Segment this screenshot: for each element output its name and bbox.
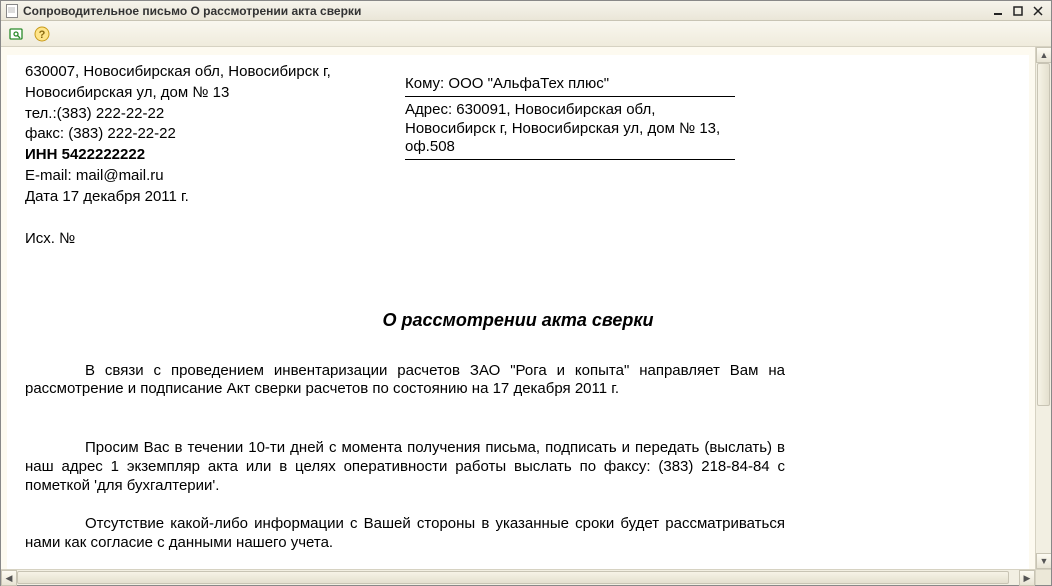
recipient-address-value: 630091, Новосибирская обл, Новосибирск г…	[405, 101, 720, 156]
sender-inn: ИНН 5422222222	[25, 146, 365, 165]
document-page: 630007, Новосибирская обл, Новосибирск г…	[7, 55, 1029, 569]
sender-email: E-mail: mail@mail.ru	[25, 167, 365, 186]
recipient-to-label: Кому:	[405, 75, 444, 92]
help-button[interactable]: ?	[31, 23, 53, 45]
close-button[interactable]	[1029, 3, 1047, 19]
paragraph-1: В связи с проведением инвентаризации рас…	[25, 362, 785, 400]
sender-tel: тел.:(383) 222-22-22	[25, 105, 365, 124]
recipient-address: Адрес: 630091, Новосибирская обл, Новоси…	[405, 101, 735, 160]
sender-address-line2: Новосибирская ул, дом № 13	[25, 84, 365, 103]
minimize-button[interactable]	[989, 3, 1007, 19]
preview-button[interactable]	[5, 23, 27, 45]
maximize-button[interactable]	[1009, 3, 1027, 19]
scroll-up-arrow-icon[interactable]: ▲	[1036, 47, 1051, 63]
document-icon	[5, 4, 19, 18]
svg-text:?: ?	[39, 29, 46, 41]
recipient-block: Кому: ООО "АльфаТех плюс" Адрес: 630091,…	[405, 75, 735, 208]
sender-fax: факс: (383) 222-22-22	[25, 125, 365, 144]
scroll-corner	[1035, 569, 1051, 585]
document-body: В связи с проведением инвентаризации рас…	[25, 362, 1011, 553]
recipient-to: Кому: ООО "АльфаТех плюс"	[405, 75, 735, 97]
content-wrap: 630007, Новосибирская обл, Новосибирск г…	[1, 47, 1051, 569]
sender-address-line1: 630007, Новосибирская обл, Новосибирск г…	[25, 63, 365, 82]
document-title-block: О рассмотрении акта сверки	[25, 309, 1011, 332]
horizontal-scrollbar[interactable]: ◀ ▶	[1, 569, 1035, 585]
titlebar: Сопроводительное письмо О рассмотрении а…	[1, 1, 1051, 21]
vscroll-track[interactable]	[1036, 63, 1051, 553]
paragraph-3: Отсутствие какой-либо информации с Вашей…	[25, 515, 785, 553]
recipient-to-value: ООО "АльфаТех плюс"	[448, 75, 609, 92]
paragraph-2: Просим Вас в течении 10-ти дней с момент…	[25, 439, 785, 495]
document-title: О рассмотрении акта сверки	[25, 309, 1011, 332]
scroll-left-arrow-icon[interactable]: ◀	[1, 570, 17, 586]
scroll-right-arrow-icon[interactable]: ▶	[1019, 570, 1035, 586]
sender-date: Дата 17 декабря 2011 г.	[25, 188, 365, 207]
vscroll-thumb[interactable]	[1037, 63, 1050, 406]
window: Сопроводительное письмо О рассмотрении а…	[0, 0, 1052, 586]
sender-block: 630007, Новосибирская обл, Новосибирск г…	[25, 63, 365, 208]
scroll-down-arrow-icon[interactable]: ▼	[1036, 553, 1051, 569]
hscroll-thumb[interactable]	[17, 571, 1009, 584]
recipient-address-label: Адрес:	[405, 101, 452, 118]
hscroll-track[interactable]	[17, 570, 1019, 585]
document-area[interactable]: 630007, Новосибирская обл, Новосибирск г…	[1, 47, 1035, 569]
vertical-scrollbar[interactable]: ▲ ▼	[1035, 47, 1051, 569]
outgoing-number: Исх. №	[25, 230, 1011, 249]
window-title: Сопроводительное письмо О рассмотрении а…	[23, 4, 361, 18]
toolbar: ?	[1, 21, 1051, 47]
